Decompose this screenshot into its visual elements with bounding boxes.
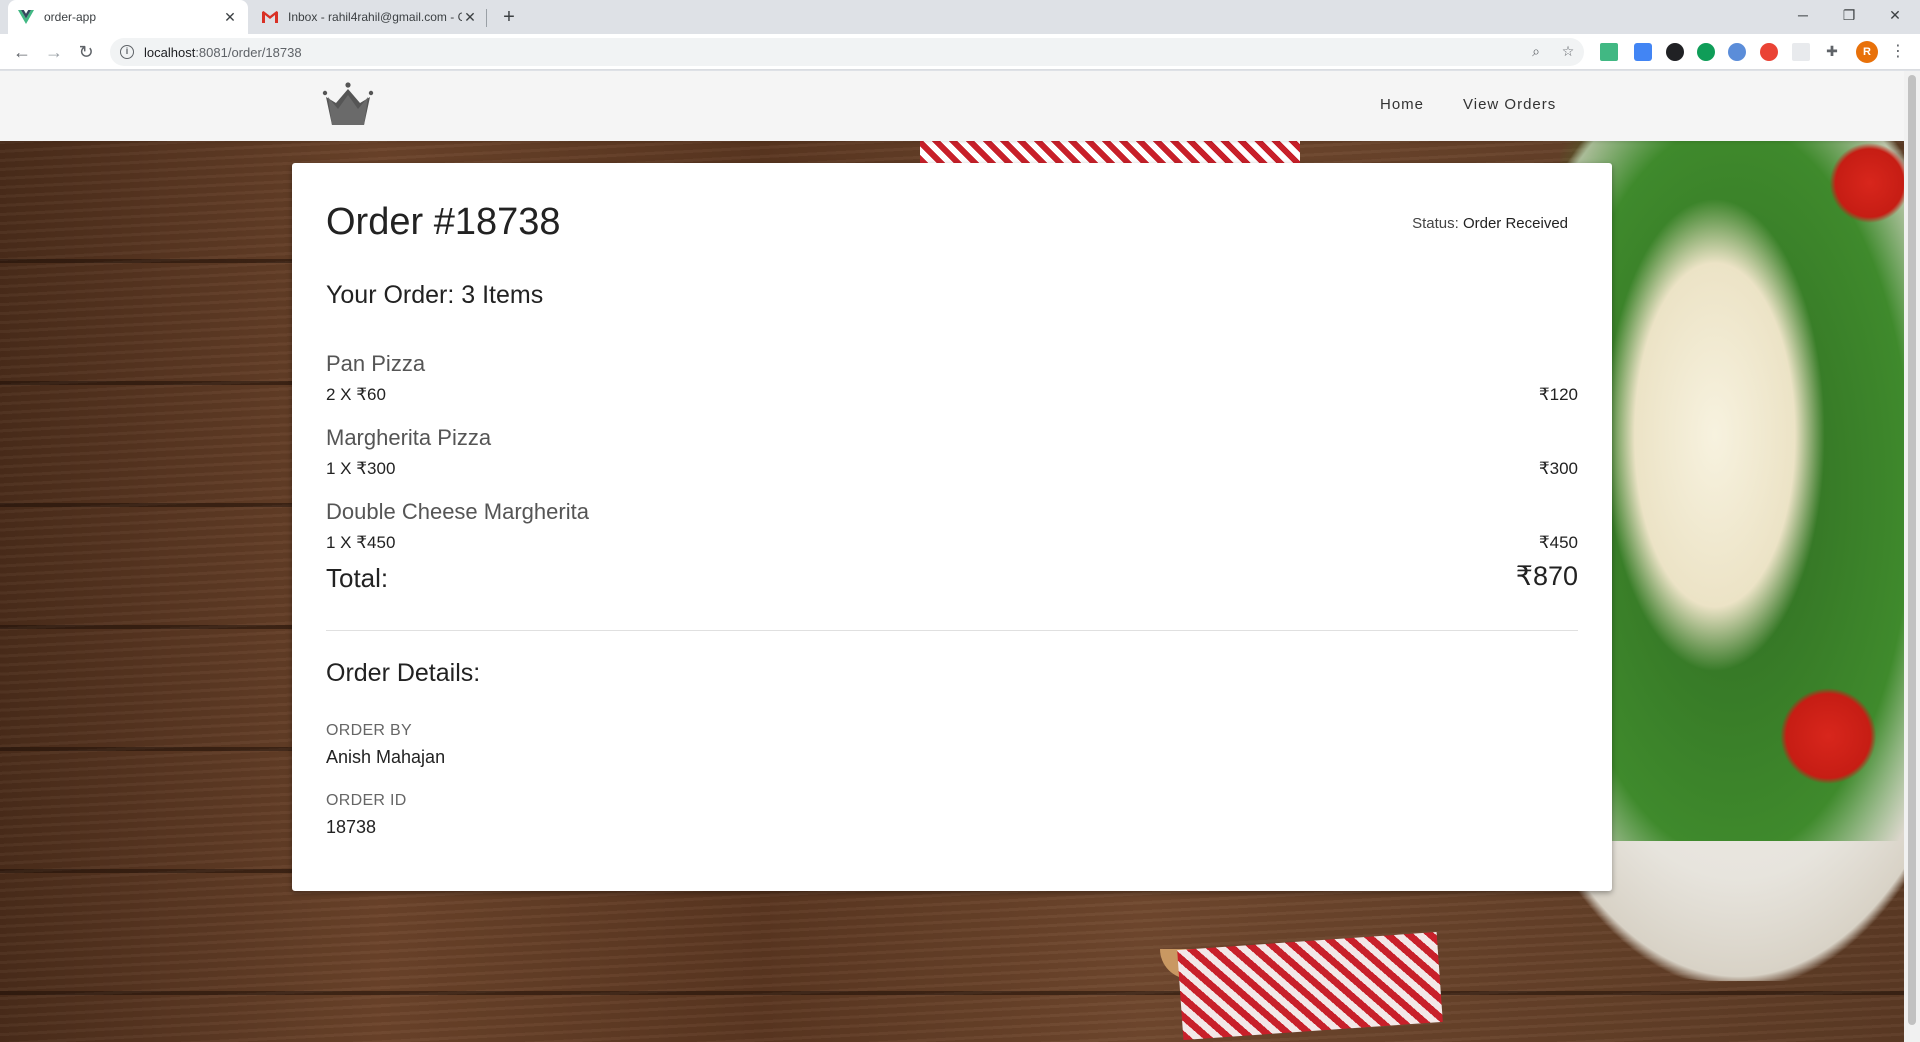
- status-label: Status:: [1412, 215, 1463, 232]
- order-by-label: ORDER BY: [326, 722, 412, 739]
- item-total: ₹450: [1538, 533, 1578, 552]
- order-item: Pan Pizza 2 X ₹60 ₹120: [326, 351, 1578, 411]
- app-header: Home View Orders: [0, 71, 1904, 141]
- extension-icon[interactable]: [1666, 43, 1684, 61]
- bookmark-star-icon[interactable]: ☆: [1560, 43, 1576, 59]
- new-tab-icon[interactable]: +: [498, 6, 520, 28]
- gmail-icon: [262, 9, 278, 25]
- extension-icon[interactable]: [1792, 43, 1810, 61]
- total-value: ₹870: [1515, 561, 1578, 591]
- order-details-heading: Order Details:: [326, 659, 481, 687]
- profile-avatar[interactable]: R: [1856, 41, 1878, 63]
- order-id-label: ORDER ID: [326, 792, 407, 809]
- nav-home-link[interactable]: Home: [1380, 93, 1424, 117]
- item-quantity-price: 2 X ₹60: [326, 385, 386, 404]
- total-label: Total:: [326, 563, 389, 593]
- nav-view-orders-link[interactable]: View Orders: [1463, 93, 1556, 117]
- extension-icon[interactable]: [1728, 43, 1746, 61]
- tab-title: order-app: [44, 10, 97, 24]
- close-window-icon[interactable]: ✕: [1872, 0, 1918, 30]
- item-name: Margherita Pizza: [326, 425, 492, 450]
- url-host: localhost: [144, 44, 196, 60]
- item-quantity-price: 1 X ₹450: [326, 533, 396, 552]
- item-total: ₹120: [1538, 385, 1578, 404]
- order-card: Order #18738 Status: Order Received Your…: [292, 163, 1612, 891]
- tab-title: Inbox - rahil4rahil@gmail.com - G: [288, 10, 462, 24]
- extension-icon[interactable]: [1760, 43, 1778, 61]
- extension-icon[interactable]: [1697, 43, 1715, 61]
- extension-icon[interactable]: [1634, 43, 1652, 61]
- browser-tab-strip: order-app ✕ Inbox - rahil4rahil@gmail.co…: [0, 0, 1920, 34]
- scrollbar-thumb[interactable]: [1908, 75, 1916, 1025]
- crown-logo-icon[interactable]: [320, 81, 376, 127]
- order-item: Margherita Pizza 1 X ₹300 ₹300: [326, 425, 1578, 485]
- address-bar[interactable]: i localhost:8081/order/18738: [110, 38, 1584, 66]
- url-path: :8081/order/18738: [195, 44, 302, 60]
- background-cloth: [1177, 932, 1443, 1040]
- vue-logo-icon: [18, 9, 34, 25]
- restore-icon[interactable]: ❐: [1826, 0, 1872, 30]
- info-icon[interactable]: i: [120, 45, 134, 59]
- minimize-icon[interactable]: ─: [1780, 0, 1826, 30]
- tab-order-app[interactable]: order-app ✕: [8, 0, 248, 34]
- page-scrollbar[interactable]: [1904, 71, 1920, 1042]
- divider: [326, 630, 1578, 631]
- order-title: Order #18738: [326, 201, 561, 243]
- item-quantity-price: 1 X ₹300: [326, 459, 396, 478]
- item-name: Double Cheese Margherita: [326, 499, 589, 524]
- tab-gmail-inbox[interactable]: Inbox - rahil4rahil@gmail.com - G ✕: [252, 0, 488, 34]
- order-by-value: Anish Mahajan: [326, 747, 446, 767]
- reload-icon[interactable]: ↻: [72, 38, 100, 66]
- zoom-icon[interactable]: ⌕: [1528, 43, 1544, 59]
- forward-icon[interactable]: →: [40, 38, 68, 66]
- order-status: Status: Order Received: [1412, 215, 1568, 232]
- background-cloth: [920, 141, 1300, 163]
- close-icon[interactable]: ✕: [462, 9, 478, 25]
- item-total: ₹300: [1538, 459, 1578, 478]
- more-menu-icon[interactable]: ⋮: [1890, 40, 1906, 64]
- puzzle-icon[interactable]: ✚: [1824, 43, 1840, 59]
- page-viewport: Home View Orders Order #18738 Status: Or…: [0, 71, 1904, 1042]
- back-icon[interactable]: ←: [8, 38, 36, 66]
- close-icon[interactable]: ✕: [222, 9, 238, 25]
- tab-separator: [486, 9, 487, 27]
- status-value: Order Received: [1462, 215, 1568, 232]
- order-summary-heading: Your Order: 3 Items: [326, 281, 544, 309]
- browser-toolbar: ← → ↻ i localhost:8081/order/18738: [0, 34, 1920, 70]
- order-item: Double Cheese Margherita 1 X ₹450 ₹450: [326, 499, 1578, 559]
- order-id-value: 18738: [326, 817, 377, 837]
- item-name: Pan Pizza: [326, 351, 426, 376]
- vue-devtools-icon[interactable]: [1600, 43, 1618, 61]
